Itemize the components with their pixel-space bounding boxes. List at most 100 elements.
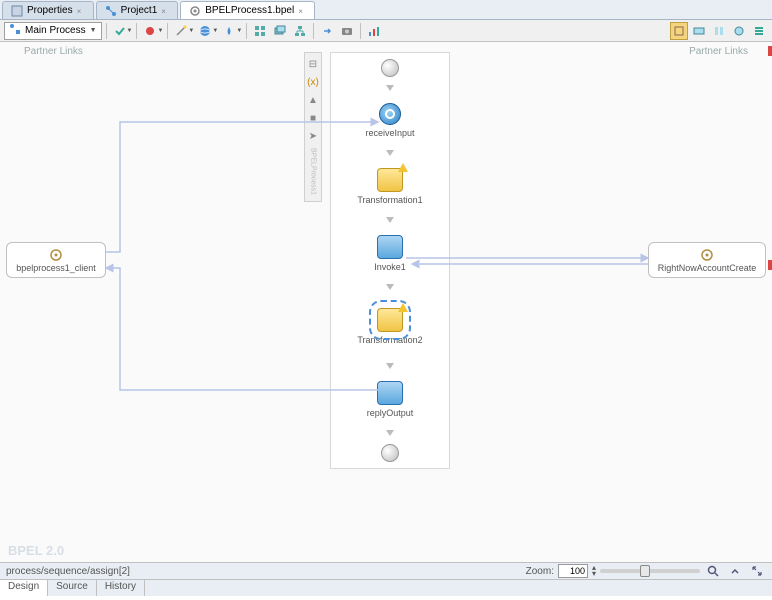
- arrow-down-icon: [386, 150, 394, 156]
- zoom-label: Zoom:: [526, 566, 554, 577]
- arrow-down-icon: [386, 363, 394, 369]
- partner-link-rightnow[interactable]: RightNowAccountCreate: [648, 242, 766, 278]
- separator: [136, 23, 137, 39]
- view-tabs: Design Source History: [0, 579, 772, 596]
- tab-label: BPELProcess1.bpel: [205, 5, 294, 16]
- invoke1-node[interactable]: Invoke1: [374, 235, 406, 272]
- process-end-node[interactable]: [381, 444, 399, 462]
- warning-icon: [398, 303, 408, 312]
- marker-icon: [768, 46, 772, 56]
- arrow-right-button[interactable]: [318, 22, 336, 40]
- node-label: receiveInput: [365, 128, 414, 138]
- stepper-icon[interactable]: ▴▾: [592, 565, 596, 577]
- chevron-down-icon: ▼: [90, 27, 97, 34]
- invoke-icon: [377, 235, 403, 259]
- close-icon[interactable]: ×: [161, 7, 169, 15]
- editor-tabs: Properties × Project1 × BPELProcess1.bpe…: [0, 0, 772, 20]
- tab-bpel[interactable]: BPELProcess1.bpel ×: [180, 1, 315, 19]
- arrow-down-icon: [386, 217, 394, 223]
- tab-properties[interactable]: Properties ×: [2, 1, 94, 19]
- chart-button[interactable]: [365, 22, 383, 40]
- partner-link-label: RightNowAccountCreate: [658, 263, 757, 273]
- tab-label: Properties: [27, 5, 73, 16]
- partner-links-label-left: Partner Links: [24, 46, 83, 57]
- tab-label: Project1: [121, 5, 158, 16]
- tab-project[interactable]: Project1 ×: [96, 1, 179, 19]
- chevron-down-icon[interactable]: ▼: [188, 28, 194, 34]
- tab-history[interactable]: History: [97, 580, 145, 596]
- slider-thumb[interactable]: [640, 565, 650, 577]
- view-button-2[interactable]: [690, 22, 708, 40]
- transformation2-node[interactable]: Transformation2: [351, 302, 428, 351]
- process-container: receiveInput Transformation1 Invoke1 Tra…: [330, 52, 450, 469]
- palette-triangle-icon[interactable]: ▲: [306, 93, 320, 107]
- arrow-down-icon: [386, 85, 394, 91]
- workflow-icon: [105, 5, 117, 17]
- view-button-3[interactable]: [710, 22, 728, 40]
- component-palette: ⊟ (x) ▲ ■ ➤ BPELProcess1: [304, 52, 322, 202]
- node-label: replyOutput: [367, 408, 414, 418]
- palette-var-icon[interactable]: (x): [306, 75, 320, 89]
- partner-link-label: bpelprocess1_client: [16, 263, 96, 273]
- node-label: Invoke1: [374, 262, 406, 272]
- palette-arrow-icon[interactable]: ➤: [306, 129, 320, 143]
- zoom-input[interactable]: [558, 564, 588, 578]
- view-button-4[interactable]: [730, 22, 748, 40]
- receive-icon: [379, 103, 401, 125]
- reply-icon: [377, 381, 403, 405]
- camera-button[interactable]: [338, 22, 356, 40]
- chevron-down-icon[interactable]: ▼: [157, 28, 163, 34]
- process-start-node[interactable]: [381, 59, 399, 77]
- transformation1-node[interactable]: Transformation1: [357, 168, 422, 205]
- view-button-1[interactable]: [670, 22, 688, 40]
- process-dropdown[interactable]: Main Process ▼: [4, 22, 102, 40]
- separator: [313, 23, 314, 39]
- separator: [246, 23, 247, 39]
- gear-icon: [49, 248, 63, 262]
- zoom-fit-button[interactable]: [704, 562, 722, 580]
- chevron-down-icon[interactable]: ▼: [127, 28, 133, 34]
- zoom-controls: Zoom: ▴▾: [526, 562, 766, 580]
- bpel-version-watermark: BPEL 2.0: [8, 543, 64, 558]
- close-icon[interactable]: ×: [77, 7, 85, 15]
- transform-icon: [377, 168, 403, 192]
- workflow-icon: [9, 23, 21, 38]
- grid-button[interactable]: [251, 22, 269, 40]
- breadcrumb: process/sequence/assign[2]: [6, 566, 130, 577]
- chevron-down-icon[interactable]: ▼: [212, 28, 218, 34]
- reply-output-node[interactable]: replyOutput: [367, 381, 414, 418]
- status-bar: process/sequence/assign[2] Zoom: ▴▾: [0, 562, 772, 579]
- tab-source[interactable]: Source: [48, 580, 97, 596]
- expand-button[interactable]: [748, 562, 766, 580]
- partner-link-client[interactable]: bpelprocess1_client: [6, 242, 106, 278]
- node-label: Transformation2: [357, 335, 422, 345]
- close-icon[interactable]: ×: [298, 7, 306, 15]
- chevron-down-icon[interactable]: ▼: [236, 28, 242, 34]
- receive-input-node[interactable]: receiveInput: [365, 103, 414, 138]
- palette-text: BPELProcess1: [306, 147, 320, 197]
- arrow-down-icon: [386, 430, 394, 436]
- warning-icon: [398, 163, 408, 172]
- marker-icon: [768, 260, 772, 270]
- zoom-slider[interactable]: [600, 569, 700, 573]
- partner-links-label-right: Partner Links: [689, 46, 748, 57]
- dropdown-label: Main Process: [25, 25, 86, 36]
- designer-canvas[interactable]: Partner Links Partner Links ⊟ (x) ▲ ■ ➤ …: [0, 42, 772, 562]
- properties-button[interactable]: [750, 22, 768, 40]
- transform-icon: [377, 308, 403, 332]
- separator: [360, 23, 361, 39]
- tab-design[interactable]: Design: [0, 580, 48, 596]
- prefs-icon: [11, 5, 23, 17]
- layers-button[interactable]: [271, 22, 289, 40]
- separator: [167, 23, 168, 39]
- toolbar-right: [670, 22, 768, 40]
- toolbar: Main Process ▼ ▼ ▼ ▼ ▼ ▼: [0, 20, 772, 42]
- arrow-down-icon: [386, 284, 394, 290]
- gear-icon: [189, 5, 201, 17]
- hierarchy-button[interactable]: [291, 22, 309, 40]
- collapse-button[interactable]: [726, 562, 744, 580]
- palette-square-icon[interactable]: ■: [306, 111, 320, 125]
- palette-collapse-icon[interactable]: ⊟: [306, 57, 320, 71]
- gear-icon: [700, 248, 714, 262]
- separator: [106, 23, 107, 39]
